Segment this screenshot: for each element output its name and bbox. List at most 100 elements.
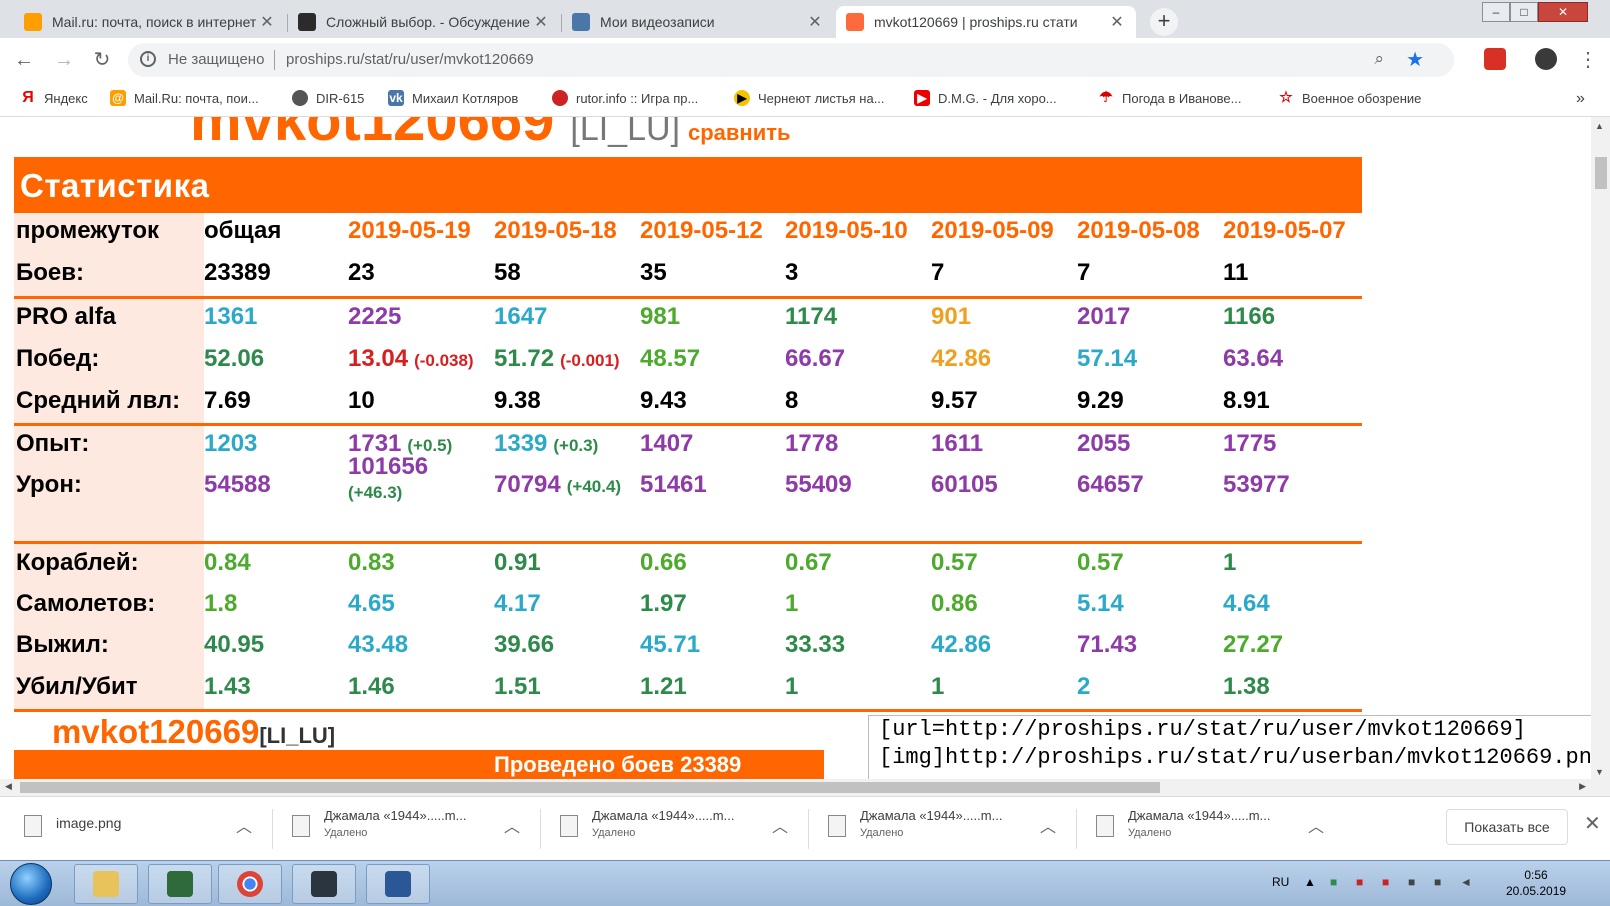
download-item[interactable]: image.png ︿ — [24, 807, 264, 851]
menu-icon[interactable]: ⋮ — [1576, 48, 1600, 72]
tab-mailru[interactable]: Mail.ru: почта, поиск в интернет ✕ — [14, 6, 286, 38]
antivirus-icon[interactable]: ■ — [1356, 875, 1363, 889]
close-icon[interactable]: ✕ — [258, 12, 276, 32]
vertical-scrollbar[interactable]: ▲ ▼ — [1591, 117, 1610, 779]
adblock-icon[interactable] — [1484, 48, 1506, 70]
tray-chevron-icon[interactable]: ▲ — [1304, 875, 1316, 889]
stats-cell: 8.91 — [1223, 387, 1270, 415]
torrent-icon[interactable]: ■ — [1330, 875, 1337, 889]
profile-avatar[interactable] — [1535, 48, 1557, 70]
download-item[interactable]: Джамала «1944».....m... Удалено ︿ — [560, 807, 800, 851]
horizontal-scrollbar[interactable]: ◀ ▶ — [0, 779, 1610, 796]
taskbar-word[interactable] — [366, 864, 430, 904]
cell-value: 0.91 — [494, 549, 541, 576]
info-icon[interactable]: i — [140, 51, 156, 67]
bookmark-music[interactable]: ▶ Чернеют листья на... — [734, 90, 885, 106]
stats-cell: 0.84 — [204, 549, 251, 577]
stats-row: Самолетов: 1.8 4.65 4.17 1.97 1 0.86 5.14 4.64 — [0, 590, 1591, 630]
row-label: Урон: — [16, 471, 82, 498]
cell-value: 1174 — [785, 303, 838, 330]
download-item[interactable]: Джамала «1944».....m... Удалено ︿ — [292, 807, 532, 851]
divider — [14, 541, 1362, 544]
bookmark-youtube[interactable]: ▶ D.M.G. - Для хоро... — [914, 90, 1057, 106]
tray-app-icon[interactable]: ■ — [1382, 875, 1389, 889]
taskbar-chrome[interactable] — [218, 864, 282, 904]
url-text[interactable]: proships.ru/stat/ru/user/mvkot120669 — [286, 51, 534, 68]
compare-link[interactable]: сравнить — [688, 120, 791, 145]
taskbar-warships[interactable] — [292, 864, 356, 904]
stats-cell: 4.65 — [348, 590, 395, 618]
scroll-down-icon[interactable]: ▼ — [1595, 767, 1604, 777]
scroll-left-icon[interactable]: ◀ — [5, 781, 12, 792]
maximize-button[interactable]: □ — [1510, 2, 1538, 22]
more-bookmarks-button[interactable]: » — [1576, 90, 1585, 108]
printer-icon[interactable]: ■ — [1408, 875, 1415, 889]
cell-value: 2019-05-19 — [348, 217, 471, 244]
tab-proships[interactable]: mvkot120669 | proships.ru стати ✕ — [836, 6, 1136, 38]
close-icon[interactable]: ✕ — [806, 12, 824, 32]
system-clock[interactable]: 0:56 20.05.2019 — [1506, 867, 1566, 899]
network-icon[interactable]: ■ — [1434, 875, 1441, 889]
back-button[interactable]: ← — [12, 48, 36, 72]
bookmark-military[interactable]: ☆ Военное обозрение — [1278, 90, 1421, 106]
chevron-up-icon[interactable]: ︿ — [1040, 813, 1056, 837]
bookmark-mailru[interactable]: @ Mail.Ru: почта, пои... — [110, 90, 259, 106]
chevron-up-icon[interactable]: ︿ — [236, 813, 252, 837]
umbrella-icon: ☂ — [1099, 89, 1113, 106]
zoom-icon[interactable]: ⌕ — [1374, 49, 1384, 69]
stats-cell: 1166 — [1223, 303, 1275, 331]
bookmark-vk[interactable]: vk Михаил Котляров — [388, 90, 518, 106]
cell-value: 1407 — [640, 430, 694, 457]
stats-cell: 1203 — [204, 430, 257, 458]
close-icon[interactable]: ✕ — [532, 12, 550, 32]
bookmark-rutor[interactable]: rutor.info :: Игра пр... — [552, 90, 698, 106]
taskbar-explorer[interactable] — [74, 864, 138, 904]
start-button[interactable] — [10, 863, 52, 905]
cell-value: 1.46 — [348, 673, 395, 700]
stats-cell: 2019-05-18 — [494, 217, 617, 245]
scroll-thumb[interactable] — [20, 782, 1160, 793]
scroll-thumb[interactable] — [1595, 157, 1607, 189]
stats-cell: 2225 — [348, 303, 401, 331]
tab-discussion[interactable]: Сложный выбор. - Обсуждение ✕ — [288, 6, 560, 38]
cell-value: 70794 — [494, 471, 561, 498]
bookmark-star-icon[interactable]: ★ — [1406, 47, 1424, 72]
download-item[interactable]: Джамала «1944».....m... Удалено ︿ — [1096, 807, 1336, 851]
chevron-up-icon[interactable]: ︿ — [504, 813, 520, 837]
bookmark-dir615[interactable]: DIR-615 — [292, 90, 364, 106]
tab-videos[interactable]: Мои видеозаписи ✕ — [562, 6, 834, 38]
bookmark-yandex[interactable]: Я Яндекс — [20, 90, 87, 106]
reload-button[interactable]: ↻ — [90, 48, 114, 72]
chevron-up-icon[interactable]: ︿ — [1308, 813, 1324, 837]
stats-cell: 48.57 — [640, 345, 700, 373]
play-icon: ▶ — [734, 90, 750, 106]
forward-button[interactable]: → — [52, 48, 76, 72]
cell-value: 54588 — [204, 471, 271, 498]
volume-icon[interactable]: ◄ — [1460, 875, 1472, 889]
address-bar[interactable]: i Не защищено proships.ru/stat/ru/user/m… — [128, 43, 1454, 77]
stats-cell: 35 — [640, 259, 667, 287]
stats-cell: 51.72 (-0.001) — [494, 345, 620, 373]
show-all-button[interactable]: Показать все — [1446, 809, 1568, 845]
security-label[interactable]: Не защищено — [168, 51, 264, 68]
minimize-button[interactable]: – — [1482, 2, 1510, 22]
bookmark-weather[interactable]: ☂ Погода в Иванове... — [1098, 89, 1241, 106]
bbcode-textarea[interactable]: [url=http://proships.ru/stat/ru/user/mvk… — [868, 715, 1591, 779]
cell-value: 1 — [785, 673, 799, 700]
bbcode-line: [img]http://proships.ru/stat/ru/userban/… — [879, 745, 1591, 770]
close-icon[interactable]: ✕ — [1108, 12, 1126, 32]
chevron-up-icon[interactable]: ︿ — [772, 813, 788, 837]
stats-cell: 2019-05-08 — [1077, 217, 1200, 245]
new-tab-button[interactable]: + — [1150, 8, 1178, 36]
scroll-right-icon[interactable]: ▶ — [1579, 781, 1586, 792]
download-item[interactable]: Джамала «1944».....m... Удалено ︿ — [828, 807, 1068, 851]
cell-value: 40.95 — [204, 631, 265, 658]
close-icon[interactable]: ✕ — [1584, 811, 1601, 836]
close-window-button[interactable]: ✕ — [1538, 2, 1588, 22]
cell-value: 9.43 — [640, 387, 687, 414]
cell-value: 1 — [785, 590, 799, 617]
scroll-up-icon[interactable]: ▲ — [1595, 121, 1604, 131]
taskbar-app[interactable] — [148, 864, 212, 904]
language-indicator[interactable]: RU — [1272, 875, 1289, 889]
stats-cell: 70794 (+40.4) — [494, 471, 621, 499]
